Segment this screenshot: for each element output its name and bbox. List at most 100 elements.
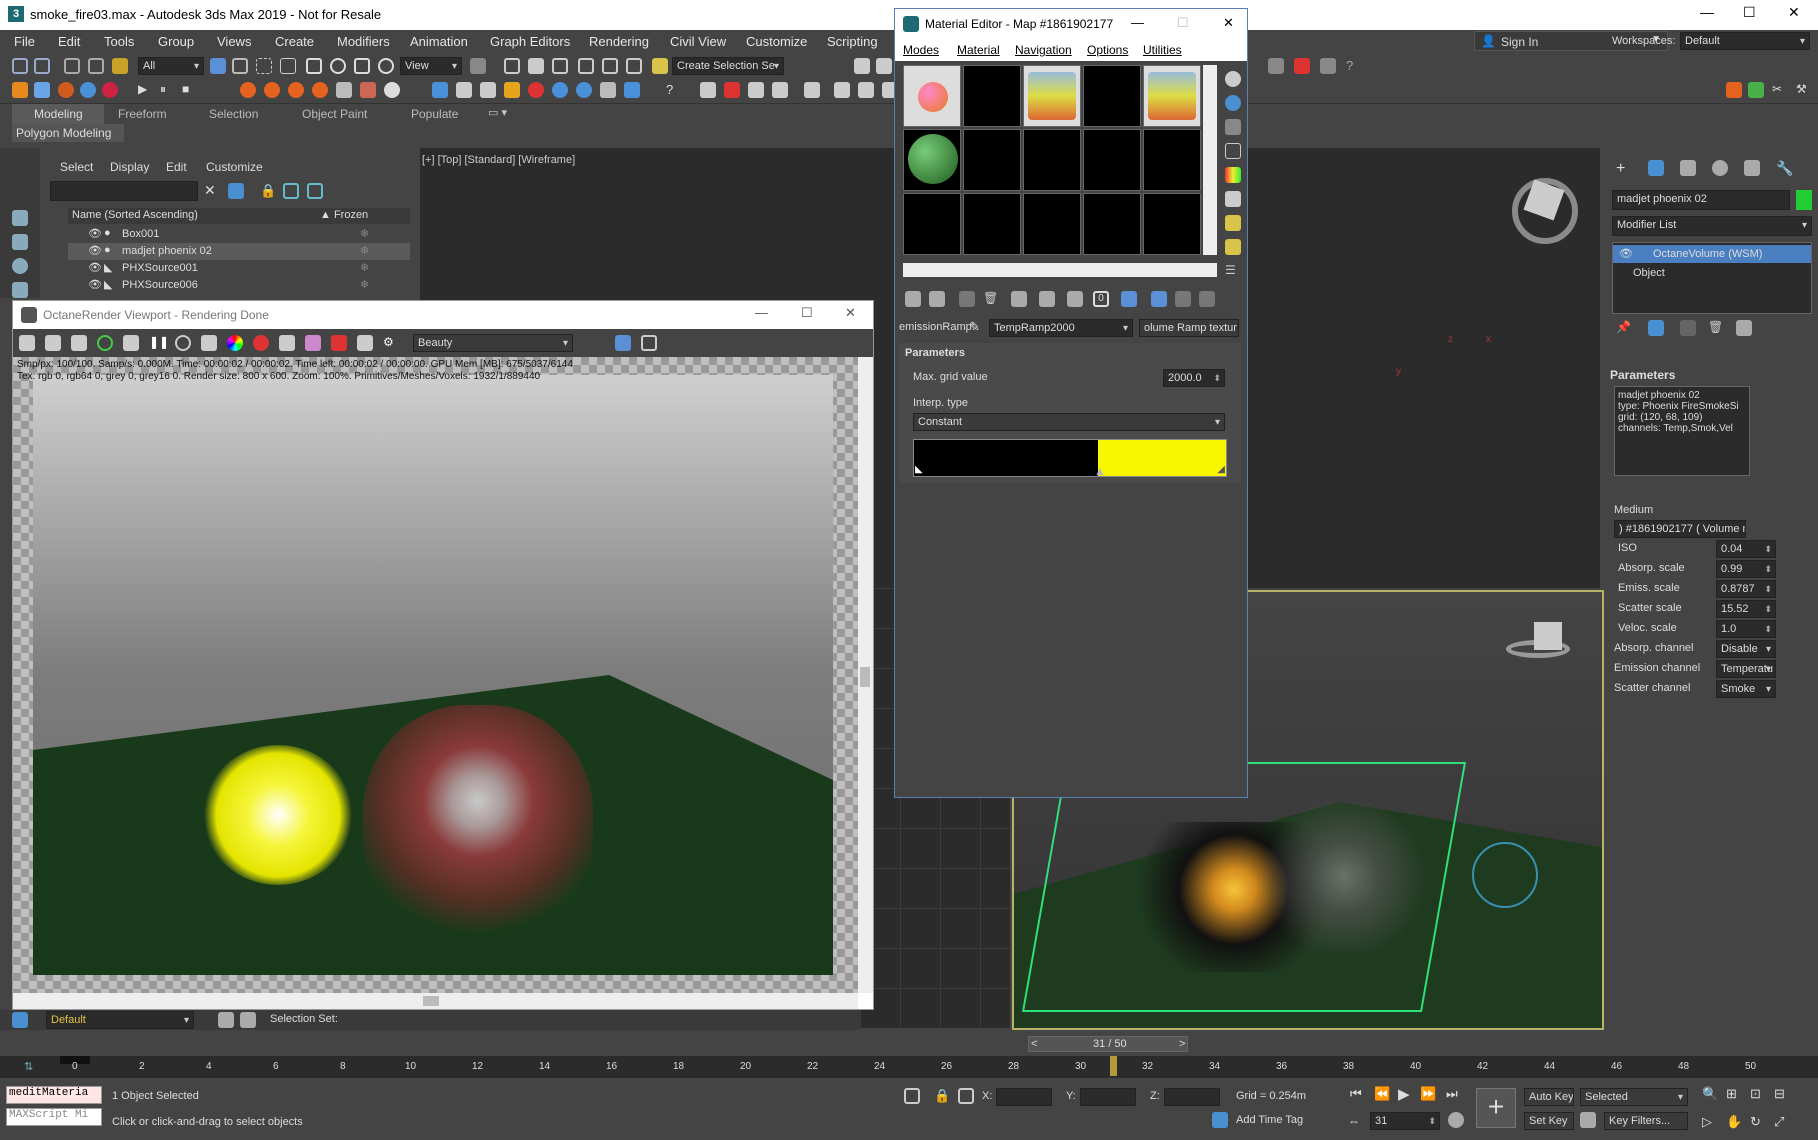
menu-scripting[interactable]: Scripting [827,34,878,49]
viewport-layout-icon[interactable] [1268,58,1284,74]
pause-icon[interactable]: ⏸ [160,82,176,98]
tab-populate[interactable]: Populate [411,107,458,121]
auto-key-button[interactable]: Auto Key [1524,1088,1574,1106]
render-setup-icon[interactable] [12,82,28,98]
get-material-icon[interactable] [905,291,921,307]
align-icon[interactable] [858,82,874,98]
maximize-icon[interactable]: ☐ [801,305,813,321]
col-name-header[interactable]: Name (Sorted Ascending) [72,209,198,221]
octane-focus-icon[interactable] [201,335,217,351]
octane-copy-icon[interactable] [45,335,61,351]
make-copy-icon[interactable] [1011,291,1027,307]
key-filter-icon[interactable] [1580,1112,1596,1128]
absorp-channel-dropdown[interactable]: Disable [1716,640,1776,658]
explorer-row[interactable]: 👁 ◣ PHXSource006 ❄ [68,277,410,294]
sample-slot[interactable] [1023,193,1081,255]
wrench-icon[interactable]: ⚒ [1796,82,1812,98]
rect-selection-icon[interactable] [256,58,272,74]
current-frame-field[interactable]: 31 [1370,1112,1440,1130]
render-frame-icon[interactable] [724,82,740,98]
pan-icon[interactable]: ✋ [1726,1114,1742,1130]
undo-icon[interactable] [12,58,28,74]
rendered-frame-icon[interactable] [1320,58,1336,74]
x-coord-field[interactable] [996,1088,1052,1106]
named-selection-dropdown[interactable]: Create Selection Se [672,57,784,75]
octane-film-icon[interactable] [331,335,347,351]
phoenix-record-icon[interactable] [528,82,544,98]
map-name-dropdown[interactable]: TempRamp2000 [989,319,1133,337]
key-set-dropdown[interactable]: Selected [1580,1088,1688,1106]
menu-tools[interactable]: Tools [104,34,134,49]
track-bar[interactable]: ⇅ 0 2 4 6 8 10 12 14 16 18 20 22 24 26 2… [0,1056,1818,1078]
reference-coordinate-dropdown[interactable]: View [400,57,462,75]
sample-slot[interactable] [1083,129,1141,191]
display-lights-icon[interactable] [12,258,28,274]
maximize-viewport-icon[interactable]: ⤢ [1774,1114,1784,1130]
sample-slot[interactable] [903,65,961,127]
explorer-menu-customize[interactable]: Customize [206,160,263,174]
slots-horizontal-scrollbar[interactable] [903,263,1217,277]
explorer-menu-display[interactable]: Display [110,160,149,174]
isolate-selection-icon[interactable] [904,1088,920,1104]
visibility-icon[interactable]: 👁 [88,278,102,291]
explorer-search-input[interactable] [50,181,198,201]
toggle-ribbon-icon[interactable] [834,82,850,98]
layers-icon[interactable] [307,183,323,199]
show-end-result-icon[interactable] [1648,320,1664,336]
freeze-icon[interactable]: ❄ [360,261,369,274]
select-manipulate-icon[interactable] [504,58,520,74]
menu-edit[interactable]: Edit [58,34,80,49]
explorer-row[interactable]: 👁 ● Box001 ❄ [68,226,410,243]
zoom-icon[interactable]: 🔍 [1702,1086,1718,1102]
go-to-end-icon[interactable]: ⏭ [1446,1086,1458,1102]
phoenix-preset-icon[interactable] [504,82,520,98]
maxscript-listener-pink[interactable]: meditMateria [6,1086,102,1104]
visibility-icon[interactable]: 👁 [88,244,102,257]
rotate-icon[interactable] [330,58,346,74]
set-key-button[interactable]: Set Key [1524,1112,1574,1130]
phoenix-volume-icon[interactable] [552,82,568,98]
menu-graph-editors[interactable]: Graph Editors [490,34,570,49]
track-bar-toggle-icon[interactable]: ⇅ [24,1060,33,1073]
menu-create[interactable]: Create [275,34,314,49]
phoenix-help-icon[interactable] [624,82,640,98]
fire-icon[interactable] [58,82,74,98]
redo-icon[interactable] [34,58,50,74]
make-unique-icon[interactable] [1039,291,1055,307]
sample-slot[interactable] [963,65,1021,127]
menu-file[interactable]: File [14,34,35,49]
help-icon[interactable]: ? [666,82,682,98]
time-next-icon[interactable]: > [1179,1038,1185,1050]
absorp-scale-spinner[interactable]: 0.99 [1716,560,1776,578]
mat-menu-navigation[interactable]: Navigation [1015,43,1072,57]
key-mode-icon[interactable]: ⇔ [1348,1114,1360,1128]
medium-button[interactable]: ) #1861902177 ( Volume mediu [1614,520,1746,538]
menu-customize[interactable]: Customize [746,34,807,49]
close-icon[interactable]: ✕ [1788,4,1800,21]
parameters-rollout-header[interactable]: Parameters [905,347,965,359]
select-object-icon[interactable] [210,58,226,74]
phoenix-wind-icon[interactable] [384,82,400,98]
emission-channel-dropdown[interactable]: Temperatu [1716,660,1776,678]
sample-slot[interactable] [1143,193,1201,255]
material-id-icon[interactable]: 0 [1093,291,1109,307]
play-icon[interactable]: ▶ [138,82,154,98]
horizontal-scrollbar[interactable] [13,993,858,1009]
orbit-icon[interactable]: ↻ [1750,1114,1761,1130]
tab-selection[interactable]: Selection [209,107,258,121]
go-to-parent-icon[interactable] [1175,291,1191,307]
play-animation-icon[interactable]: ▶ [1398,1085,1410,1103]
minimize-icon[interactable]: — [755,305,768,320]
z-coord-field[interactable] [1164,1088,1220,1106]
hierarchy-tab-icon[interactable] [1680,160,1696,176]
zoom-extents-all-icon[interactable]: ⊟ [1774,1086,1785,1102]
octane-region-icon[interactable] [253,335,269,351]
hierarchy-icon[interactable] [283,183,299,199]
explorer-menu-edit[interactable]: Edit [166,160,187,174]
spinner-snap-icon[interactable] [626,58,642,74]
phoenix-forces-icon[interactable] [360,82,376,98]
close-icon[interactable]: ✕ [845,305,856,321]
modifier-list-dropdown[interactable]: Modifier List [1612,216,1812,236]
go-forward-sibling-icon[interactable] [1199,291,1215,307]
object-name-field[interactable]: madjet phoenix 02 [1612,190,1790,210]
